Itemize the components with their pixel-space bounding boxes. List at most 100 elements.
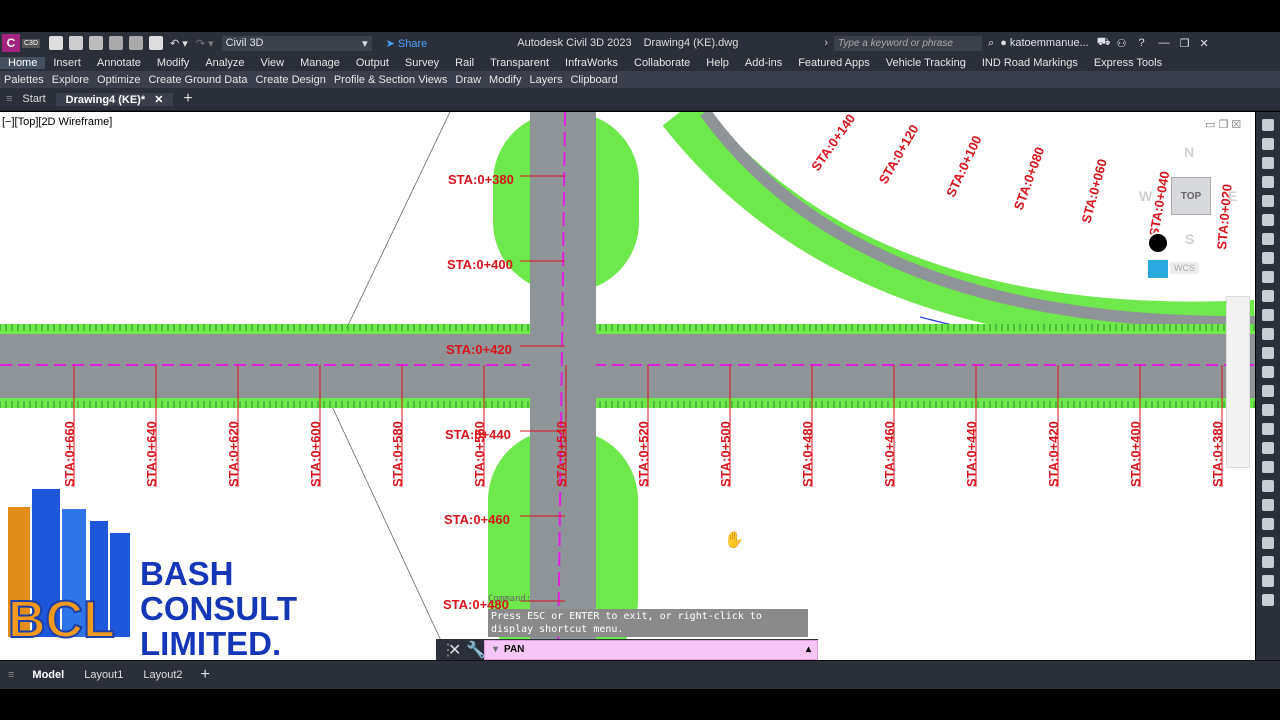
restore-icon[interactable]: ❐ bbox=[1180, 37, 1190, 50]
chevron-right-icon[interactable]: › bbox=[824, 37, 828, 49]
viewport-label[interactable]: [−][Top][2D Wireframe] bbox=[2, 116, 112, 128]
add-tab-icon[interactable]: + bbox=[173, 90, 202, 108]
command-history-icon[interactable]: ▴ bbox=[806, 644, 811, 655]
layout-tab-layout2[interactable]: Layout2 bbox=[133, 669, 192, 681]
compass-north[interactable]: N bbox=[1184, 144, 1194, 160]
tab-home[interactable]: Home bbox=[0, 56, 46, 69]
tool-icon[interactable] bbox=[1262, 556, 1274, 568]
cart-icon[interactable]: ⛟ bbox=[1097, 36, 1111, 50]
tab-rail[interactable]: Rail bbox=[447, 57, 482, 69]
tool-icon[interactable] bbox=[1262, 594, 1274, 606]
tab-insert[interactable]: Insert bbox=[45, 57, 89, 69]
tab-featured-apps[interactable]: Featured Apps bbox=[790, 57, 878, 69]
panel-create-design[interactable]: Create Design bbox=[252, 74, 330, 86]
command-input[interactable]: ▾ PAN ▴ bbox=[484, 639, 818, 660]
tool-icon[interactable] bbox=[1262, 176, 1274, 188]
tool-icon[interactable] bbox=[1262, 233, 1274, 245]
tab-add-ins[interactable]: Add-ins bbox=[737, 57, 790, 69]
tab-modify[interactable]: Modify bbox=[149, 57, 197, 69]
tool-icon[interactable] bbox=[1262, 328, 1274, 340]
share-button[interactable]: ➤ Share bbox=[386, 37, 428, 50]
panel-clipboard[interactable]: Clipboard bbox=[566, 74, 621, 86]
close-icon[interactable]: ✕ bbox=[1199, 37, 1208, 50]
tool-icon[interactable] bbox=[1262, 214, 1274, 226]
tab-survey[interactable]: Survey bbox=[397, 57, 447, 69]
tab-annotate[interactable]: Annotate bbox=[89, 57, 149, 69]
account-icon[interactable]: ⚇ bbox=[1117, 37, 1127, 50]
command-dropdown-icon[interactable]: ▾ bbox=[493, 644, 498, 655]
add-layout-icon[interactable]: + bbox=[201, 666, 210, 684]
minimize-icon[interactable]: — bbox=[1159, 37, 1170, 49]
tool-icon[interactable] bbox=[1262, 366, 1274, 378]
tool-icon[interactable] bbox=[1262, 138, 1274, 150]
layout-tab-model[interactable]: Model bbox=[22, 669, 74, 681]
panel-create-ground-data[interactable]: Create Ground Data bbox=[144, 74, 251, 86]
tool-icon[interactable] bbox=[1262, 385, 1274, 397]
open-icon[interactable] bbox=[69, 36, 84, 50]
menu-icon[interactable]: ≡ bbox=[8, 669, 14, 681]
tab-analyze[interactable]: Analyze bbox=[197, 57, 252, 69]
new-icon[interactable] bbox=[49, 36, 64, 50]
tab-manage[interactable]: Manage bbox=[292, 57, 348, 69]
tool-icon[interactable] bbox=[1262, 442, 1274, 454]
export-icon[interactable] bbox=[129, 36, 144, 50]
print-icon[interactable] bbox=[149, 36, 164, 50]
panel-profile-section-views[interactable]: Profile & Section Views bbox=[330, 74, 452, 86]
user-name[interactable]: katoemmanue... bbox=[1010, 37, 1089, 49]
tool-icon[interactable] bbox=[1262, 290, 1274, 302]
save-icon[interactable] bbox=[89, 36, 104, 50]
panel-optimize[interactable]: Optimize bbox=[93, 74, 144, 86]
tool-icon[interactable] bbox=[1262, 575, 1274, 587]
tab-drawing[interactable]: Drawing4 (KE)* ✕ bbox=[55, 92, 174, 106]
workspace-select[interactable]: Civil 3D ▾ bbox=[221, 35, 372, 51]
ucs-icon[interactable] bbox=[1148, 260, 1168, 278]
panel-palettes[interactable]: Palettes bbox=[0, 74, 48, 86]
tab-help[interactable]: Help bbox=[698, 57, 737, 69]
tool-icon[interactable] bbox=[1262, 309, 1274, 321]
tab-transparent[interactable]: Transparent bbox=[482, 57, 557, 69]
tab-collaborate[interactable]: Collaborate bbox=[626, 57, 698, 69]
search-input[interactable]: Type a keyword or phrase bbox=[834, 35, 983, 51]
panel-explore[interactable]: Explore bbox=[48, 74, 93, 86]
redo-icon[interactable]: ↷ ▾ bbox=[196, 37, 214, 50]
panel-draw[interactable]: Draw bbox=[451, 74, 485, 86]
tool-icon[interactable] bbox=[1262, 119, 1274, 131]
drawing-viewport[interactable]: STA:0+680STA:0+660STA:0+640STA:0+620STA:… bbox=[0, 112, 1255, 660]
tool-icon[interactable] bbox=[1262, 347, 1274, 359]
tool-icon[interactable] bbox=[1262, 423, 1274, 435]
tool-icon[interactable] bbox=[1262, 480, 1274, 492]
tool-icon[interactable] bbox=[1262, 499, 1274, 511]
tab-start[interactable]: Start bbox=[12, 93, 55, 105]
tool-icon[interactable] bbox=[1262, 252, 1274, 264]
undo-icon[interactable]: ↶ ▾ bbox=[170, 37, 188, 50]
panel-layers[interactable]: Layers bbox=[525, 74, 566, 86]
compass-south[interactable]: S bbox=[1185, 231, 1194, 247]
tool-icon[interactable] bbox=[1262, 271, 1274, 283]
tool-icon[interactable] bbox=[1262, 195, 1274, 207]
tool-icon[interactable] bbox=[1262, 537, 1274, 549]
compass-east[interactable]: E bbox=[1228, 188, 1237, 204]
layout-tab-layout1[interactable]: Layout1 bbox=[74, 669, 133, 681]
wcs-menu[interactable]: WCS bbox=[1170, 262, 1199, 274]
tool-icon[interactable] bbox=[1262, 157, 1274, 169]
viewcube-top[interactable]: TOP bbox=[1171, 177, 1211, 215]
tab-output[interactable]: Output bbox=[348, 57, 397, 69]
search-icon[interactable]: ⌕ bbox=[988, 37, 994, 50]
tool-icon[interactable] bbox=[1262, 404, 1274, 416]
tab-infraworks[interactable]: InfraWorks bbox=[557, 57, 626, 69]
customize-icon[interactable]: 🔧 bbox=[466, 640, 486, 660]
lightbulb-icon[interactable] bbox=[1147, 232, 1169, 254]
tab-vehicle-tracking[interactable]: Vehicle Tracking bbox=[878, 57, 974, 69]
tool-icon[interactable] bbox=[1262, 461, 1274, 473]
compass-west[interactable]: W bbox=[1139, 188, 1152, 204]
panel-modify[interactable]: Modify bbox=[485, 74, 525, 86]
app-menu-button[interactable]: C bbox=[2, 34, 20, 52]
close-command-icon[interactable]: ✕ bbox=[448, 640, 461, 660]
tool-icon[interactable] bbox=[1262, 518, 1274, 530]
tab-express-tools[interactable]: Express Tools bbox=[1086, 57, 1170, 69]
help-icon[interactable]: ? bbox=[1138, 37, 1144, 49]
save-as-icon[interactable] bbox=[109, 36, 124, 50]
viewport-controls[interactable]: ▭ ❐ ☒ bbox=[1205, 118, 1241, 131]
tab-view[interactable]: View bbox=[252, 57, 292, 69]
close-tab-icon[interactable]: ✕ bbox=[154, 94, 163, 106]
